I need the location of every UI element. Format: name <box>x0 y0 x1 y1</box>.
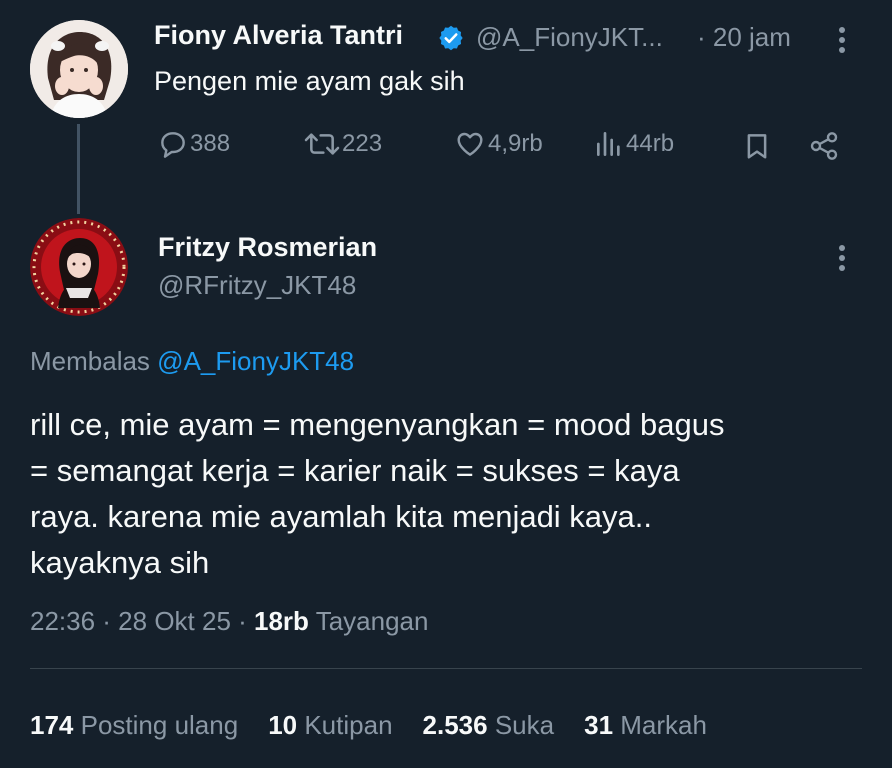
quotes-stat[interactable]: 10 Kutipan <box>268 710 392 741</box>
reply-text-line: raya. karena mie ayamlah kita menjadi ka… <box>30 499 653 534</box>
reply-author-handle[interactable]: @RFritzy_JKT48 <box>158 270 356 301</box>
parent-timestamp[interactable]: · 20 jam <box>697 22 791 53</box>
parent-more-icon[interactable] <box>830 24 854 56</box>
like-button[interactable]: 4,9rb <box>452 128 543 160</box>
reposts-stat[interactable]: 174 Posting ulang <box>30 710 238 741</box>
repost-button[interactable]: 223 <box>302 128 382 160</box>
repost-icon <box>304 133 340 155</box>
like-icon <box>457 132 483 156</box>
stat-label: Posting ulang <box>80 710 239 740</box>
parent-author-avatar[interactable] <box>30 20 128 118</box>
tweet-meta-line: 22:36 · 28 Okt 25 · 18rb Tayangan <box>30 606 428 637</box>
views-count: 44rb <box>626 130 675 157</box>
views-icon <box>597 132 620 156</box>
reply-button[interactable]: 388 <box>156 128 230 160</box>
divider <box>30 668 862 669</box>
likes-stat[interactable]: 2.536 Suka <box>423 710 555 741</box>
bookmarks-stat[interactable]: 31 Markah <box>584 710 707 741</box>
stat-label: Kutipan <box>304 710 393 740</box>
view-count-value: 18rb <box>254 606 309 636</box>
like-count: 4,9rb <box>488 130 543 157</box>
reply-tweet-text: rill ce, mie ayam = mengenyangkan = mood… <box>30 402 860 586</box>
reply-text-line: rill ce, mie ayam = mengenyangkan = mood… <box>30 407 725 442</box>
engagement-stats: 174 Posting ulang 10 Kutipan 2.536 Suka … <box>30 710 737 741</box>
parent-avatar-image <box>30 20 128 118</box>
verified-badge-icon <box>437 24 465 52</box>
parent-author-handle[interactable]: @A_FionyJKT... <box>476 22 663 53</box>
views-button[interactable]: 44rb <box>592 128 674 160</box>
stat-value: 2.536 <box>422 710 488 740</box>
tweet-timestamp[interactable]: 22:36 · 28 Okt 25 · <box>30 606 254 636</box>
share-icon[interactable] <box>806 130 842 167</box>
view-count-label: Tayangan <box>308 606 429 636</box>
reply-author-name[interactable]: Fritzy Rosmerian <box>158 232 377 263</box>
reply-text-line: kayaknya sih <box>30 545 210 580</box>
reply-icon <box>161 132 185 158</box>
thread-connector-line <box>77 124 80 214</box>
replying-to-handle-link[interactable]: @A_FionyJKT48 <box>157 346 354 376</box>
stat-value: 31 <box>584 710 614 740</box>
replying-to-label: Membalas <box>30 346 150 376</box>
reply-text-line: = semangat kerja = karier naik = sukses … <box>30 453 680 488</box>
reply-more-icon[interactable] <box>830 242 854 274</box>
replying-to-line: Membalas @A_FionyJKT48 <box>30 346 354 377</box>
reply-count: 388 <box>190 130 231 157</box>
stat-label: Suka <box>494 710 555 740</box>
reply-author-avatar[interactable] <box>30 218 128 316</box>
stat-label: Markah <box>620 710 707 740</box>
parent-author-name[interactable]: Fiony Alveria Tantri <box>154 20 403 51</box>
parent-tweet-text: Pengen mie ayam gak sih <box>154 66 465 96</box>
stat-value: 10 <box>268 710 298 740</box>
bookmark-icon[interactable] <box>742 130 772 167</box>
reply-avatar-image <box>30 218 128 316</box>
repost-count: 223 <box>342 130 383 157</box>
stat-value: 174 <box>30 710 74 740</box>
